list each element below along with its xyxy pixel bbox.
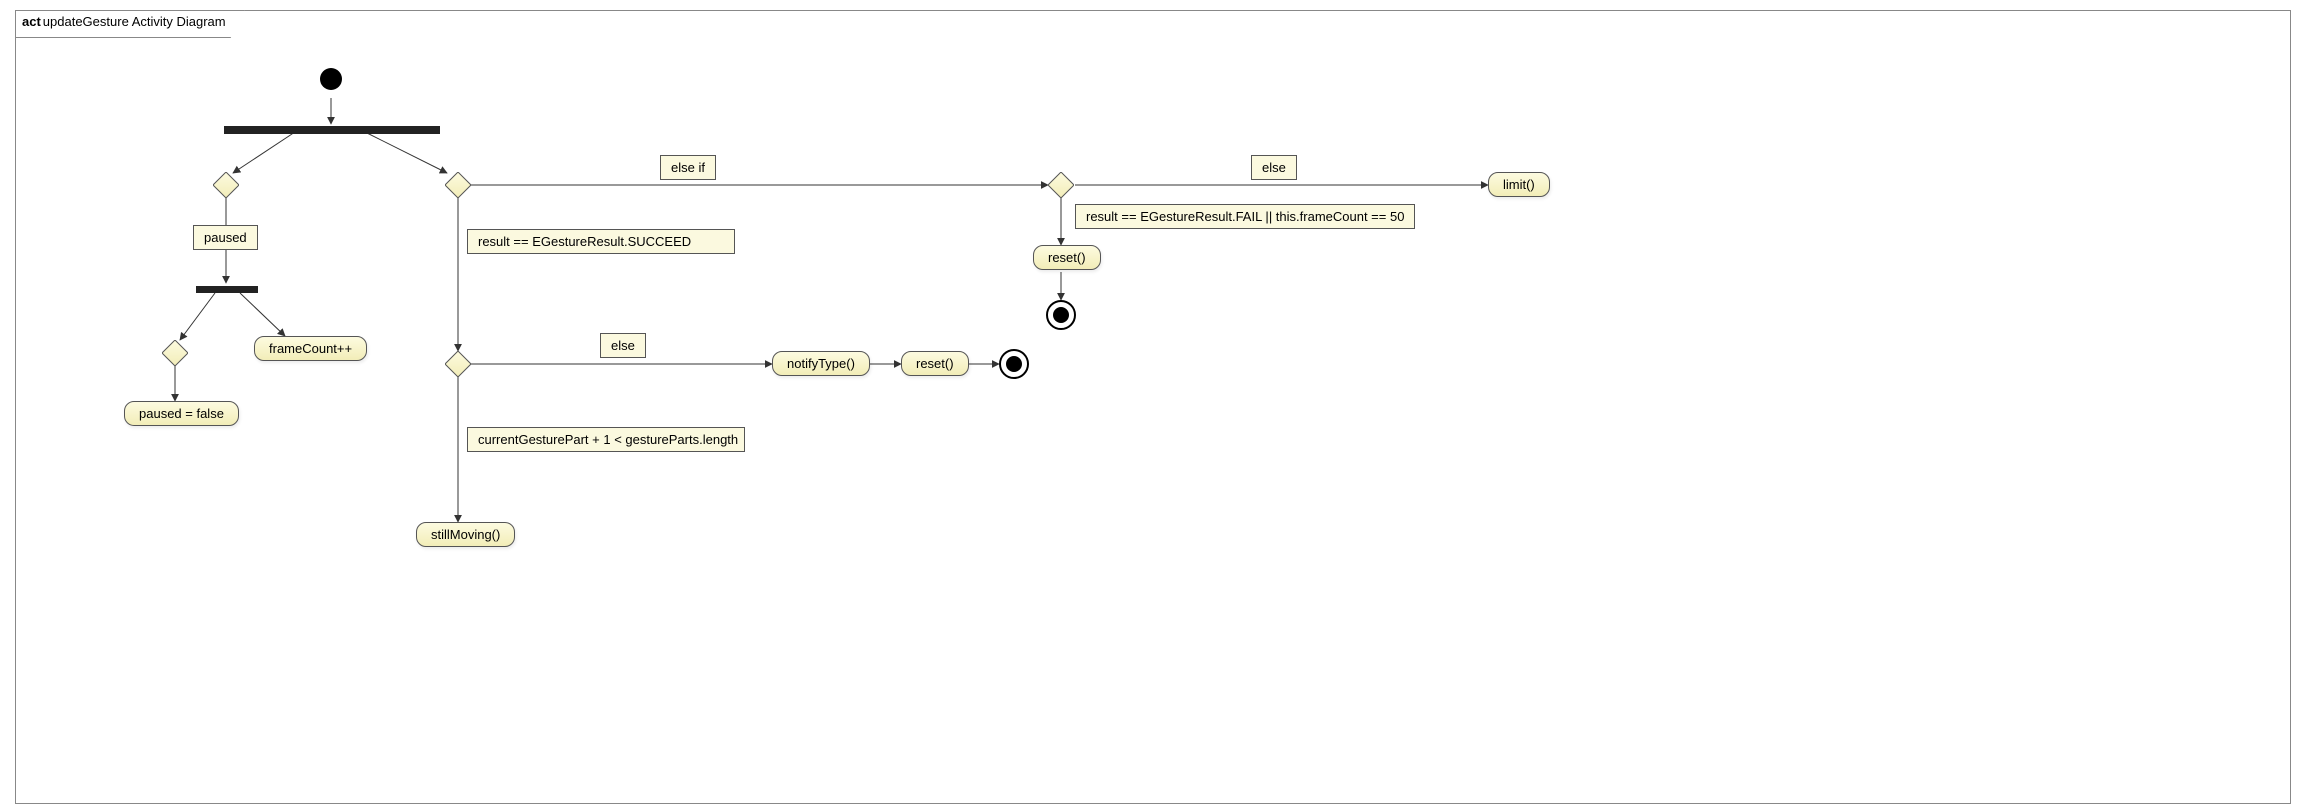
activity-stillmoving: stillMoving() (416, 522, 515, 547)
guard-succeed: result == EGestureResult.SUCCEED (467, 229, 735, 254)
activity-reset-right: reset() (1033, 245, 1101, 270)
guard-else-top: else (1251, 155, 1297, 180)
guard-more-parts: currentGesturePart + 1 < gestureParts.le… (467, 427, 745, 452)
guard-fail: result == EGestureResult.FAIL || this.fr… (1075, 204, 1415, 229)
fork-bar-1 (224, 126, 440, 134)
decision-result (445, 172, 471, 198)
activity-limit: limit() (1488, 172, 1550, 197)
decision-fail (1048, 172, 1074, 198)
guard-else-mid: else (600, 333, 646, 358)
final-node-mid (999, 349, 1029, 379)
final-node-right (1046, 300, 1076, 330)
activity-reset-mid: reset() (901, 351, 969, 376)
decision-gesture-parts (445, 351, 471, 377)
fork-bar-2 (196, 286, 258, 293)
initial-node (320, 68, 342, 90)
guard-elseif: else if (660, 155, 716, 180)
activity-notifytype: notifyType() (772, 351, 870, 376)
guard-paused: paused (193, 225, 258, 250)
decision-paused (213, 172, 239, 198)
activity-framecount: frameCount++ (254, 336, 367, 361)
activity-paused-false: paused = false (124, 401, 239, 426)
decision-paused-false (162, 340, 188, 366)
